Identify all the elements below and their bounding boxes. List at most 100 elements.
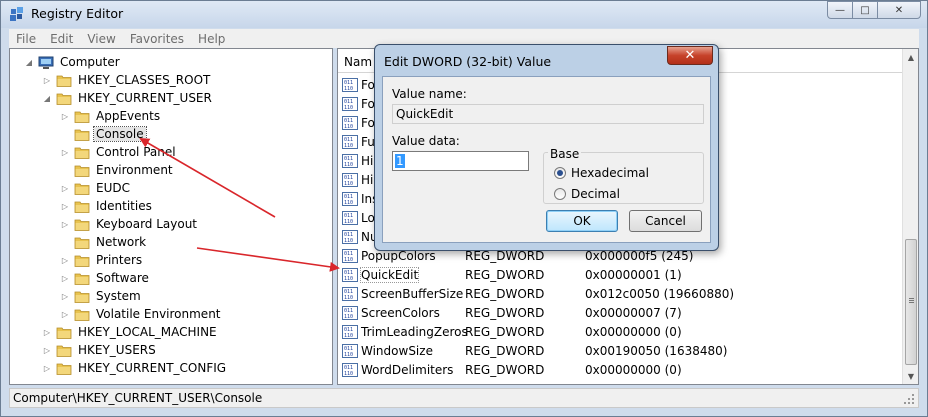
tree-item[interactable]: ▷ HKEY_CURRENT_CONFIG <box>42 359 228 377</box>
menu-help[interactable]: Help <box>191 32 232 46</box>
reg-binary-value-icon: 011110 <box>342 173 358 187</box>
ok-button[interactable]: OK <box>546 210 618 232</box>
tree-item-label: Software <box>96 271 149 285</box>
expander-icon[interactable]: ▷ <box>60 273 70 283</box>
value-data-input[interactable]: 1 <box>392 151 529 171</box>
tree-item[interactable]: ▷ Keyboard Layout <box>60 215 199 233</box>
tree-item[interactable]: Environment <box>60 161 175 179</box>
tree-item-label: HKEY_USERS <box>78 343 156 357</box>
size-grip-icon[interactable] <box>904 394 914 404</box>
svg-text:110: 110 <box>344 219 353 225</box>
tree-item-label: Identities <box>96 199 152 213</box>
scroll-thumb[interactable] <box>905 239 917 365</box>
tree-item[interactable]: ▷ HKEY_CLASSES_ROOT <box>42 71 212 89</box>
tree-item[interactable]: ▷ EUDC <box>60 179 132 197</box>
folder-icon <box>74 200 90 213</box>
menu-file[interactable]: File <box>9 32 43 46</box>
tree-item[interactable]: Network <box>60 233 148 251</box>
expander-icon[interactable]: ▷ <box>60 183 70 193</box>
svg-text:110: 110 <box>344 238 353 244</box>
close-button[interactable]: ✕ <box>877 1 921 19</box>
expander-icon[interactable]: ▷ <box>42 345 52 355</box>
tree-item[interactable]: ◢ Computer <box>24 53 122 71</box>
dialog-close-button[interactable]: ✕ <box>667 46 713 65</box>
tree-item[interactable]: ▷ Printers <box>60 251 144 269</box>
computer-icon <box>38 56 54 69</box>
expander-icon[interactable]: ▷ <box>42 363 52 373</box>
value-name-cell: TrimLeadingZeros <box>361 325 468 339</box>
expander-icon[interactable]: ▷ <box>60 309 70 319</box>
column-header-name[interactable]: Nam <box>344 55 372 69</box>
svg-text:110: 110 <box>344 295 353 301</box>
tree-item[interactable]: ◢ HKEY_CURRENT_USER <box>42 89 214 107</box>
hexadecimal-radio[interactable]: Hexadecimal <box>554 166 649 180</box>
expander-icon[interactable]: ▷ <box>60 111 70 121</box>
scroll-up-icon[interactable]: ▲ <box>903 49 918 65</box>
expander-icon[interactable]: ▷ <box>60 219 70 229</box>
value-name-cell: QuickEdit <box>359 267 420 283</box>
maximize-button[interactable]: □ <box>852 1 878 19</box>
tree-item-label: Console <box>93 126 147 142</box>
tree-item-label: HKEY_CLASSES_ROOT <box>78 73 211 87</box>
tree-item[interactable]: ▷ Volatile Environment <box>60 305 223 323</box>
tree-item[interactable]: ▷ HKEY_USERS <box>42 341 158 359</box>
svg-text:110: 110 <box>344 86 353 92</box>
tree-item[interactable]: ▷ Identities <box>60 197 154 215</box>
status-bar: Computer\HKEY_CURRENT_USER\Console <box>9 388 919 408</box>
menu-edit[interactable]: Edit <box>43 32 80 46</box>
reg-binary-value-icon: 011110 <box>342 154 358 168</box>
menu-favorites[interactable]: Favorites <box>123 32 191 46</box>
value-type-cell: REG_DWORD <box>465 344 545 358</box>
svg-text:110: 110 <box>344 143 353 149</box>
tree-item[interactable]: Console <box>60 125 147 143</box>
svg-text:110: 110 <box>344 257 353 263</box>
expander-icon[interactable]: ◢ <box>42 93 52 103</box>
expander-icon[interactable]: ▷ <box>60 291 70 301</box>
menu-view[interactable]: View <box>80 32 122 46</box>
expander-icon[interactable]: ▷ <box>42 75 52 85</box>
folder-icon <box>74 272 90 285</box>
tree-item-label: Control Panel <box>96 145 176 159</box>
list-row[interactable]: 011 110 QuickEdit REG_DWORD 0x00000001 (1) <box>342 266 902 284</box>
value-type-cell: REG_DWORD <box>465 268 545 282</box>
expander-icon[interactable]: ▷ <box>60 201 70 211</box>
tree-item[interactable]: ▷ Control Panel <box>60 143 178 161</box>
value-type-cell: REG_DWORD <box>465 363 545 377</box>
list-row[interactable]: 011 110 ScreenColors REG_DWORD 0x00000007 (7… <box>342 304 902 322</box>
vertical-scrollbar[interactable]: ▲ ▼ <box>902 49 918 384</box>
list-row[interactable]: 011 110 ScreenBufferSize REG_DWORD 0x012c005… <box>342 285 902 303</box>
tree-item-label: Environment <box>96 163 173 177</box>
list-row[interactable]: 011 110 TrimLeadingZeros REG_DWORD 0x0000000… <box>342 323 902 341</box>
expander-placeholder <box>60 237 70 247</box>
scroll-down-icon[interactable]: ▼ <box>903 368 918 384</box>
expander-icon[interactable]: ▷ <box>42 327 52 337</box>
tree-item-label: EUDC <box>96 181 130 195</box>
cancel-button[interactable]: Cancel <box>629 210 702 232</box>
reg-binary-value-icon: 011110 <box>342 78 358 92</box>
list-row[interactable]: 011 110 WindowSize REG_DWORD 0x00190050 (163… <box>342 342 902 360</box>
svg-text:110: 110 <box>344 200 353 206</box>
tree-item[interactable]: ▷ System <box>60 287 143 305</box>
expander-icon[interactable]: ◢ <box>24 57 34 67</box>
folder-icon <box>74 218 90 231</box>
folder-icon <box>56 92 72 105</box>
value-type-cell: REG_DWORD <box>465 249 545 263</box>
decimal-radio[interactable]: Decimal <box>554 187 620 201</box>
expander-icon[interactable]: ▷ <box>60 147 70 157</box>
svg-text:110: 110 <box>344 371 353 377</box>
list-row[interactable]: 011 110 WordDelimiters REG_DWORD 0x00000000 … <box>342 361 902 379</box>
expander-placeholder <box>60 165 70 175</box>
svg-text:110: 110 <box>344 276 353 282</box>
tree-item[interactable]: ▷ AppEvents <box>60 107 162 125</box>
tree-item[interactable]: ▷ HKEY_LOCAL_MACHINE <box>42 323 219 341</box>
reg-binary-value-icon: 011110 <box>342 97 358 111</box>
value-name-cell: Fo <box>361 97 375 111</box>
folder-icon <box>56 344 72 357</box>
expander-icon[interactable]: ▷ <box>60 255 70 265</box>
dialog-body: Value name: QuickEdit Value data: 1 Base… <box>382 76 711 243</box>
minimize-button[interactable]: — <box>827 1 853 19</box>
status-path: Computer\HKEY_CURRENT_USER\Console <box>13 391 263 405</box>
registry-tree[interactable]: ◢ Computer ▷ HKEY_CLASSES_ROOT ◢ HKEY_CURRENT… <box>9 48 333 385</box>
tree-item[interactable]: ▷ Software <box>60 269 151 287</box>
reg-binary-value-icon: 011110 <box>342 344 358 358</box>
